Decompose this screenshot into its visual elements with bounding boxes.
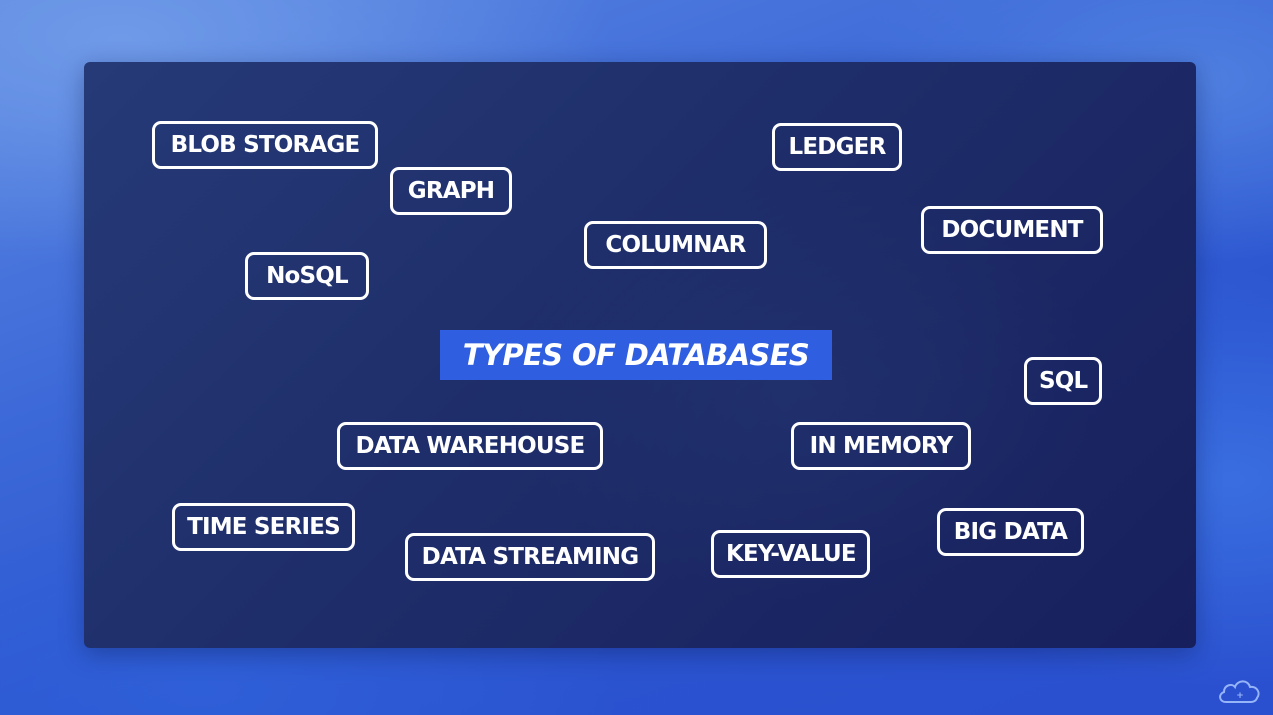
tag-blob-storage: BLOB STORAGE: [152, 121, 378, 169]
tag-nosql: NoSQL: [245, 252, 369, 300]
tag-document: DOCUMENT: [921, 206, 1103, 254]
tag-data-warehouse: DATA WAREHOUSE: [337, 422, 603, 470]
tag-in-memory: IN MEMORY: [791, 422, 971, 470]
tag-columnar: COLUMNAR: [584, 221, 767, 269]
cloud-logo-icon: +: [1219, 680, 1260, 703]
svg-text:+: +: [1236, 691, 1244, 701]
tag-key-value: KEY-VALUE: [711, 530, 870, 578]
page-title: TYPES OF DATABASES: [440, 330, 832, 380]
tag-graph: GRAPH: [390, 167, 512, 215]
tag-ledger: LEDGER: [772, 123, 902, 171]
tag-data-streaming: DATA STREAMING: [405, 533, 655, 581]
tag-sql: SQL: [1024, 357, 1102, 405]
tag-big-data: BIG DATA: [937, 508, 1084, 556]
tag-time-series: TIME SERIES: [172, 503, 355, 551]
